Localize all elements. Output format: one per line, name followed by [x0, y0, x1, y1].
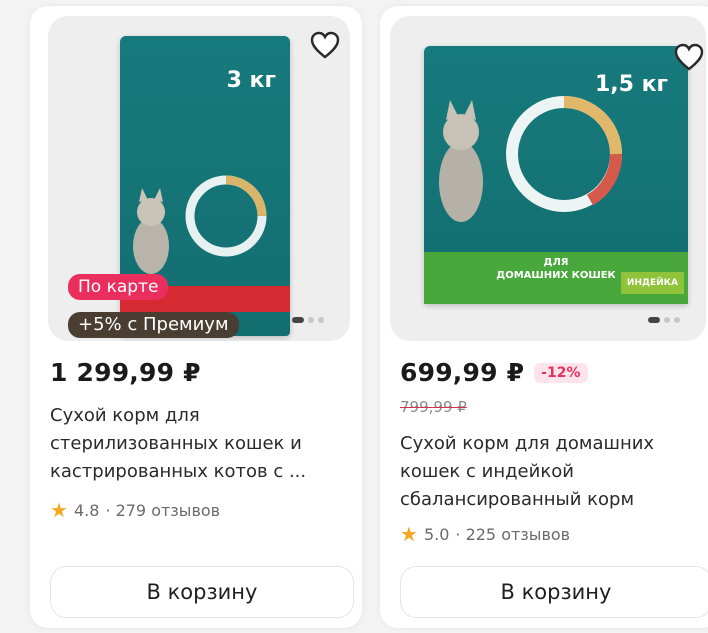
product-price: 699,99 ₽ [400, 358, 525, 387]
rating-value: 5.0 [423, 524, 450, 544]
package-ring-graphic [506, 96, 623, 212]
rating-value: 4.8 [73, 500, 100, 520]
product-price: 1 299,99 ₽ [50, 358, 201, 387]
image-carousel-dots[interactable] [648, 317, 680, 323]
title-line: сбалансированный корм [400, 489, 635, 510]
carousel-dot[interactable] [292, 317, 304, 323]
title-line: кошек с индейкой [400, 461, 574, 482]
image-carousel-dots[interactable] [292, 317, 324, 323]
cat-image [133, 188, 169, 274]
package-ring-graphic [185, 175, 267, 257]
card-price-badge: По карте [68, 274, 169, 300]
carousel-dot[interactable] [674, 317, 680, 323]
cat-image [439, 100, 483, 222]
product-image[interactable]: 1,5 кг ДЛЯ ДОМАШНИХ КОШЕК ИНДЕЙКА [390, 16, 706, 341]
reviews-count: · 225 отзывов [455, 524, 571, 544]
package-flavor-tag: ИНДЕЙКА [620, 272, 684, 294]
star-icon: ★ [50, 498, 68, 522]
product-card[interactable]: 3 кг По карте +5% с Премиум 1 299,99 ₽ С… [30, 6, 362, 628]
title-line: кастрированных котов с ... [50, 461, 307, 482]
star-icon: ★ [400, 522, 418, 546]
product-rating[interactable]: ★ 4.8 · 279 отзывов [50, 500, 220, 520]
product-title[interactable]: Сухой корм для стерилизованных кошек и к… [50, 402, 362, 486]
price-row: 1 299,99 ₽ [50, 358, 201, 387]
product-title[interactable]: Сухой корм для домашних кошек с индейкой… [400, 430, 708, 514]
carousel-dot[interactable] [648, 317, 660, 323]
premium-badge: +5% с Премиум [68, 312, 239, 338]
carousel-dot[interactable] [318, 317, 324, 323]
add-to-cart-button[interactable]: В корзину [50, 566, 354, 618]
carousel-dot[interactable] [308, 317, 314, 323]
title-line: стерилизованных кошек и [50, 433, 302, 454]
price-row: 699,99 ₽ -12% [400, 358, 588, 387]
package-weight: 3 кг [226, 68, 276, 93]
carousel-dot[interactable] [664, 317, 670, 323]
old-price: 799,99 ₽ [400, 398, 467, 416]
product-card[interactable]: 1,5 кг ДЛЯ ДОМАШНИХ КОШЕК ИНДЕЙКА 699,99… [380, 6, 708, 628]
title-line: Сухой корм для [50, 405, 200, 426]
add-to-cart-button[interactable]: В корзину [400, 566, 708, 618]
product-package-image: 1,5 кг ДЛЯ ДОМАШНИХ КОШЕК ИНДЕЙКА [424, 46, 688, 304]
band-text: ДЛЯ [543, 257, 569, 268]
discount-badge: -12% [534, 362, 588, 383]
title-line: Сухой корм для домашних [400, 433, 655, 454]
product-rating[interactable]: ★ 5.0 · 225 отзывов [400, 524, 570, 544]
favorite-heart-icon[interactable] [306, 26, 344, 64]
favorite-heart-icon[interactable] [670, 38, 708, 76]
product-image[interactable]: 3 кг По карте +5% с Премиум [48, 16, 350, 341]
reviews-count: · 279 отзывов [105, 500, 221, 520]
